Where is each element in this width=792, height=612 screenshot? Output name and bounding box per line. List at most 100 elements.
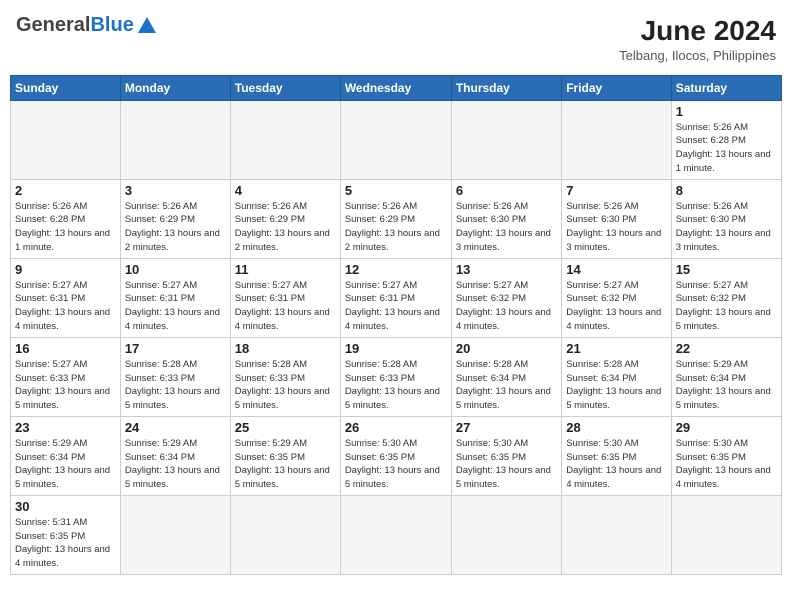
day-number: 2: [15, 183, 116, 198]
calendar-cell: [340, 495, 451, 574]
day-info: Sunrise: 5:27 AMSunset: 6:31 PMDaylight:…: [15, 279, 116, 334]
calendar-cell: [451, 100, 561, 179]
calendar-cell: 12 Sunrise: 5:27 AMSunset: 6:31 PMDayligh…: [340, 258, 451, 337]
calendar-cell: [230, 100, 340, 179]
logo-text: GeneralBlue: [16, 14, 134, 37]
col-thursday: Thursday: [451, 75, 561, 100]
calendar-cell: [671, 495, 781, 574]
calendar-cell: 16 Sunrise: 5:27 AMSunset: 6:33 PMDayligh…: [11, 337, 121, 416]
calendar-cell: 14 Sunrise: 5:27 AMSunset: 6:32 PMDayligh…: [562, 258, 671, 337]
day-info: Sunrise: 5:28 AMSunset: 6:34 PMDaylight:…: [566, 358, 666, 413]
calendar-body: 1 Sunrise: 5:26 AMSunset: 6:28 PMDaylight…: [11, 100, 782, 574]
calendar-cell: [11, 100, 121, 179]
day-number: 18: [235, 341, 336, 356]
day-info: Sunrise: 5:26 AMSunset: 6:30 PMDaylight:…: [456, 200, 557, 255]
title-block: June 2024 Telbang, Ilocos, Philippines: [619, 14, 776, 63]
col-monday: Monday: [120, 75, 230, 100]
calendar-cell: 3 Sunrise: 5:26 AMSunset: 6:29 PMDaylight…: [120, 179, 230, 258]
calendar-cell: 10Sunrise: 5:27 AMSunset: 6:31 PMDayligh…: [120, 258, 230, 337]
calendar-week-row: 1 Sunrise: 5:26 AMSunset: 6:28 PMDaylight…: [11, 100, 782, 179]
day-number: 21: [566, 341, 666, 356]
calendar-cell: 21 Sunrise: 5:28 AMSunset: 6:34 PMDayligh…: [562, 337, 671, 416]
logo-icon: [136, 15, 158, 37]
calendar-cell: 23 Sunrise: 5:29 AMSunset: 6:34 PMDayligh…: [11, 416, 121, 495]
calendar-week-row: 23 Sunrise: 5:29 AMSunset: 6:34 PMDayligh…: [11, 416, 782, 495]
calendar-cell: 30 Sunrise: 5:31 AMSunset: 6:35 PMDayligh…: [11, 495, 121, 574]
location-text: Telbang, Ilocos, Philippines: [619, 48, 776, 63]
day-number: 12: [345, 262, 447, 277]
day-info: Sunrise: 5:26 AMSunset: 6:30 PMDaylight:…: [566, 200, 666, 255]
day-number: 16: [15, 341, 116, 356]
logo: GeneralBlue: [16, 14, 158, 37]
day-info: Sunrise: 5:30 AMSunset: 6:35 PMDaylight:…: [676, 437, 777, 492]
logo-general: General: [16, 14, 90, 36]
day-info: Sunrise: 5:29 AMSunset: 6:34 PMDaylight:…: [15, 437, 116, 492]
calendar-cell: [562, 100, 671, 179]
calendar-cell: [451, 495, 561, 574]
day-info: Sunrise: 5:26 AMSunset: 6:28 PMDaylight:…: [676, 121, 777, 176]
col-sunday: Sunday: [11, 75, 121, 100]
day-number: 17: [125, 341, 226, 356]
day-number: 8: [676, 183, 777, 198]
page: GeneralBlue June 2024 Telbang, Ilocos, P…: [0, 0, 792, 585]
day-info: Sunrise: 5:26 AMSunset: 6:30 PMDaylight:…: [676, 200, 777, 255]
day-number: 3: [125, 183, 226, 198]
day-info: Sunrise: 5:28 AMSunset: 6:33 PMDaylight:…: [235, 358, 336, 413]
day-info: Sunrise: 5:27 AMSunset: 6:32 PMDaylight:…: [456, 279, 557, 334]
day-number: 23: [15, 420, 116, 435]
day-info: Sunrise: 5:26 AMSunset: 6:29 PMDaylight:…: [235, 200, 336, 255]
logo-blue: Blue: [90, 14, 133, 36]
day-number: 26: [345, 420, 447, 435]
calendar-cell: 9 Sunrise: 5:27 AMSunset: 6:31 PMDaylight…: [11, 258, 121, 337]
calendar-cell: 26 Sunrise: 5:30 AMSunset: 6:35 PMDayligh…: [340, 416, 451, 495]
col-saturday: Saturday: [671, 75, 781, 100]
calendar-cell: 20 Sunrise: 5:28 AMSunset: 6:34 PMDayligh…: [451, 337, 561, 416]
calendar-cell: 27 Sunrise: 5:30 AMSunset: 6:35 PMDayligh…: [451, 416, 561, 495]
col-tuesday: Tuesday: [230, 75, 340, 100]
month-year-title: June 2024: [619, 14, 776, 48]
day-info: Sunrise: 5:26 AMSunset: 6:29 PMDaylight:…: [125, 200, 226, 255]
calendar-cell: [340, 100, 451, 179]
calendar-week-row: 30 Sunrise: 5:31 AMSunset: 6:35 PMDayligh…: [11, 495, 782, 574]
calendar-week-row: 2Sunrise: 5:26 AMSunset: 6:28 PMDaylight…: [11, 179, 782, 258]
calendar-cell: 18 Sunrise: 5:28 AMSunset: 6:33 PMDayligh…: [230, 337, 340, 416]
day-info: Sunrise: 5:30 AMSunset: 6:35 PMDaylight:…: [566, 437, 666, 492]
day-info: Sunrise: 5:27 AMSunset: 6:32 PMDaylight:…: [566, 279, 666, 334]
calendar-cell: 13 Sunrise: 5:27 AMSunset: 6:32 PMDayligh…: [451, 258, 561, 337]
day-info: Sunrise: 5:27 AMSunset: 6:33 PMDaylight:…: [15, 358, 116, 413]
calendar-cell: 2Sunrise: 5:26 AMSunset: 6:28 PMDaylight…: [11, 179, 121, 258]
calendar-cell: [562, 495, 671, 574]
day-info: Sunrise: 5:29 AMSunset: 6:34 PMDaylight:…: [125, 437, 226, 492]
day-number: 20: [456, 341, 557, 356]
day-number: 22: [676, 341, 777, 356]
day-number: 9: [15, 262, 116, 277]
calendar-cell: 6 Sunrise: 5:26 AMSunset: 6:30 PMDaylight…: [451, 179, 561, 258]
day-number: 14: [566, 262, 666, 277]
day-number: 11: [235, 262, 336, 277]
day-number: 6: [456, 183, 557, 198]
day-number: 13: [456, 262, 557, 277]
calendar-cell: 25Sunrise: 5:29 AMSunset: 6:35 PMDayligh…: [230, 416, 340, 495]
day-number: 28: [566, 420, 666, 435]
day-number: 1: [676, 104, 777, 119]
day-info: Sunrise: 5:27 AMSunset: 6:31 PMDaylight:…: [345, 279, 447, 334]
calendar-week-row: 16 Sunrise: 5:27 AMSunset: 6:33 PMDayligh…: [11, 337, 782, 416]
day-info: Sunrise: 5:28 AMSunset: 6:34 PMDaylight:…: [456, 358, 557, 413]
day-info: Sunrise: 5:30 AMSunset: 6:35 PMDaylight:…: [456, 437, 557, 492]
day-number: 5: [345, 183, 447, 198]
day-number: 27: [456, 420, 557, 435]
day-info: Sunrise: 5:27 AMSunset: 6:32 PMDaylight:…: [676, 279, 777, 334]
calendar-table: Sunday Monday Tuesday Wednesday Thursday…: [10, 75, 782, 575]
day-info: Sunrise: 5:29 AMSunset: 6:35 PMDaylight:…: [235, 437, 336, 492]
day-number: 30: [15, 499, 116, 514]
day-number: 19: [345, 341, 447, 356]
col-friday: Friday: [562, 75, 671, 100]
col-wednesday: Wednesday: [340, 75, 451, 100]
day-info: Sunrise: 5:29 AMSunset: 6:34 PMDaylight:…: [676, 358, 777, 413]
calendar-cell: 8 Sunrise: 5:26 AMSunset: 6:30 PMDaylight…: [671, 179, 781, 258]
day-info: Sunrise: 5:28 AMSunset: 6:33 PMDaylight:…: [345, 358, 447, 413]
day-info: Sunrise: 5:31 AMSunset: 6:35 PMDaylight:…: [15, 516, 116, 571]
calendar-cell: 22 Sunrise: 5:29 AMSunset: 6:34 PMDayligh…: [671, 337, 781, 416]
day-info: Sunrise: 5:30 AMSunset: 6:35 PMDaylight:…: [345, 437, 447, 492]
day-number: 7: [566, 183, 666, 198]
